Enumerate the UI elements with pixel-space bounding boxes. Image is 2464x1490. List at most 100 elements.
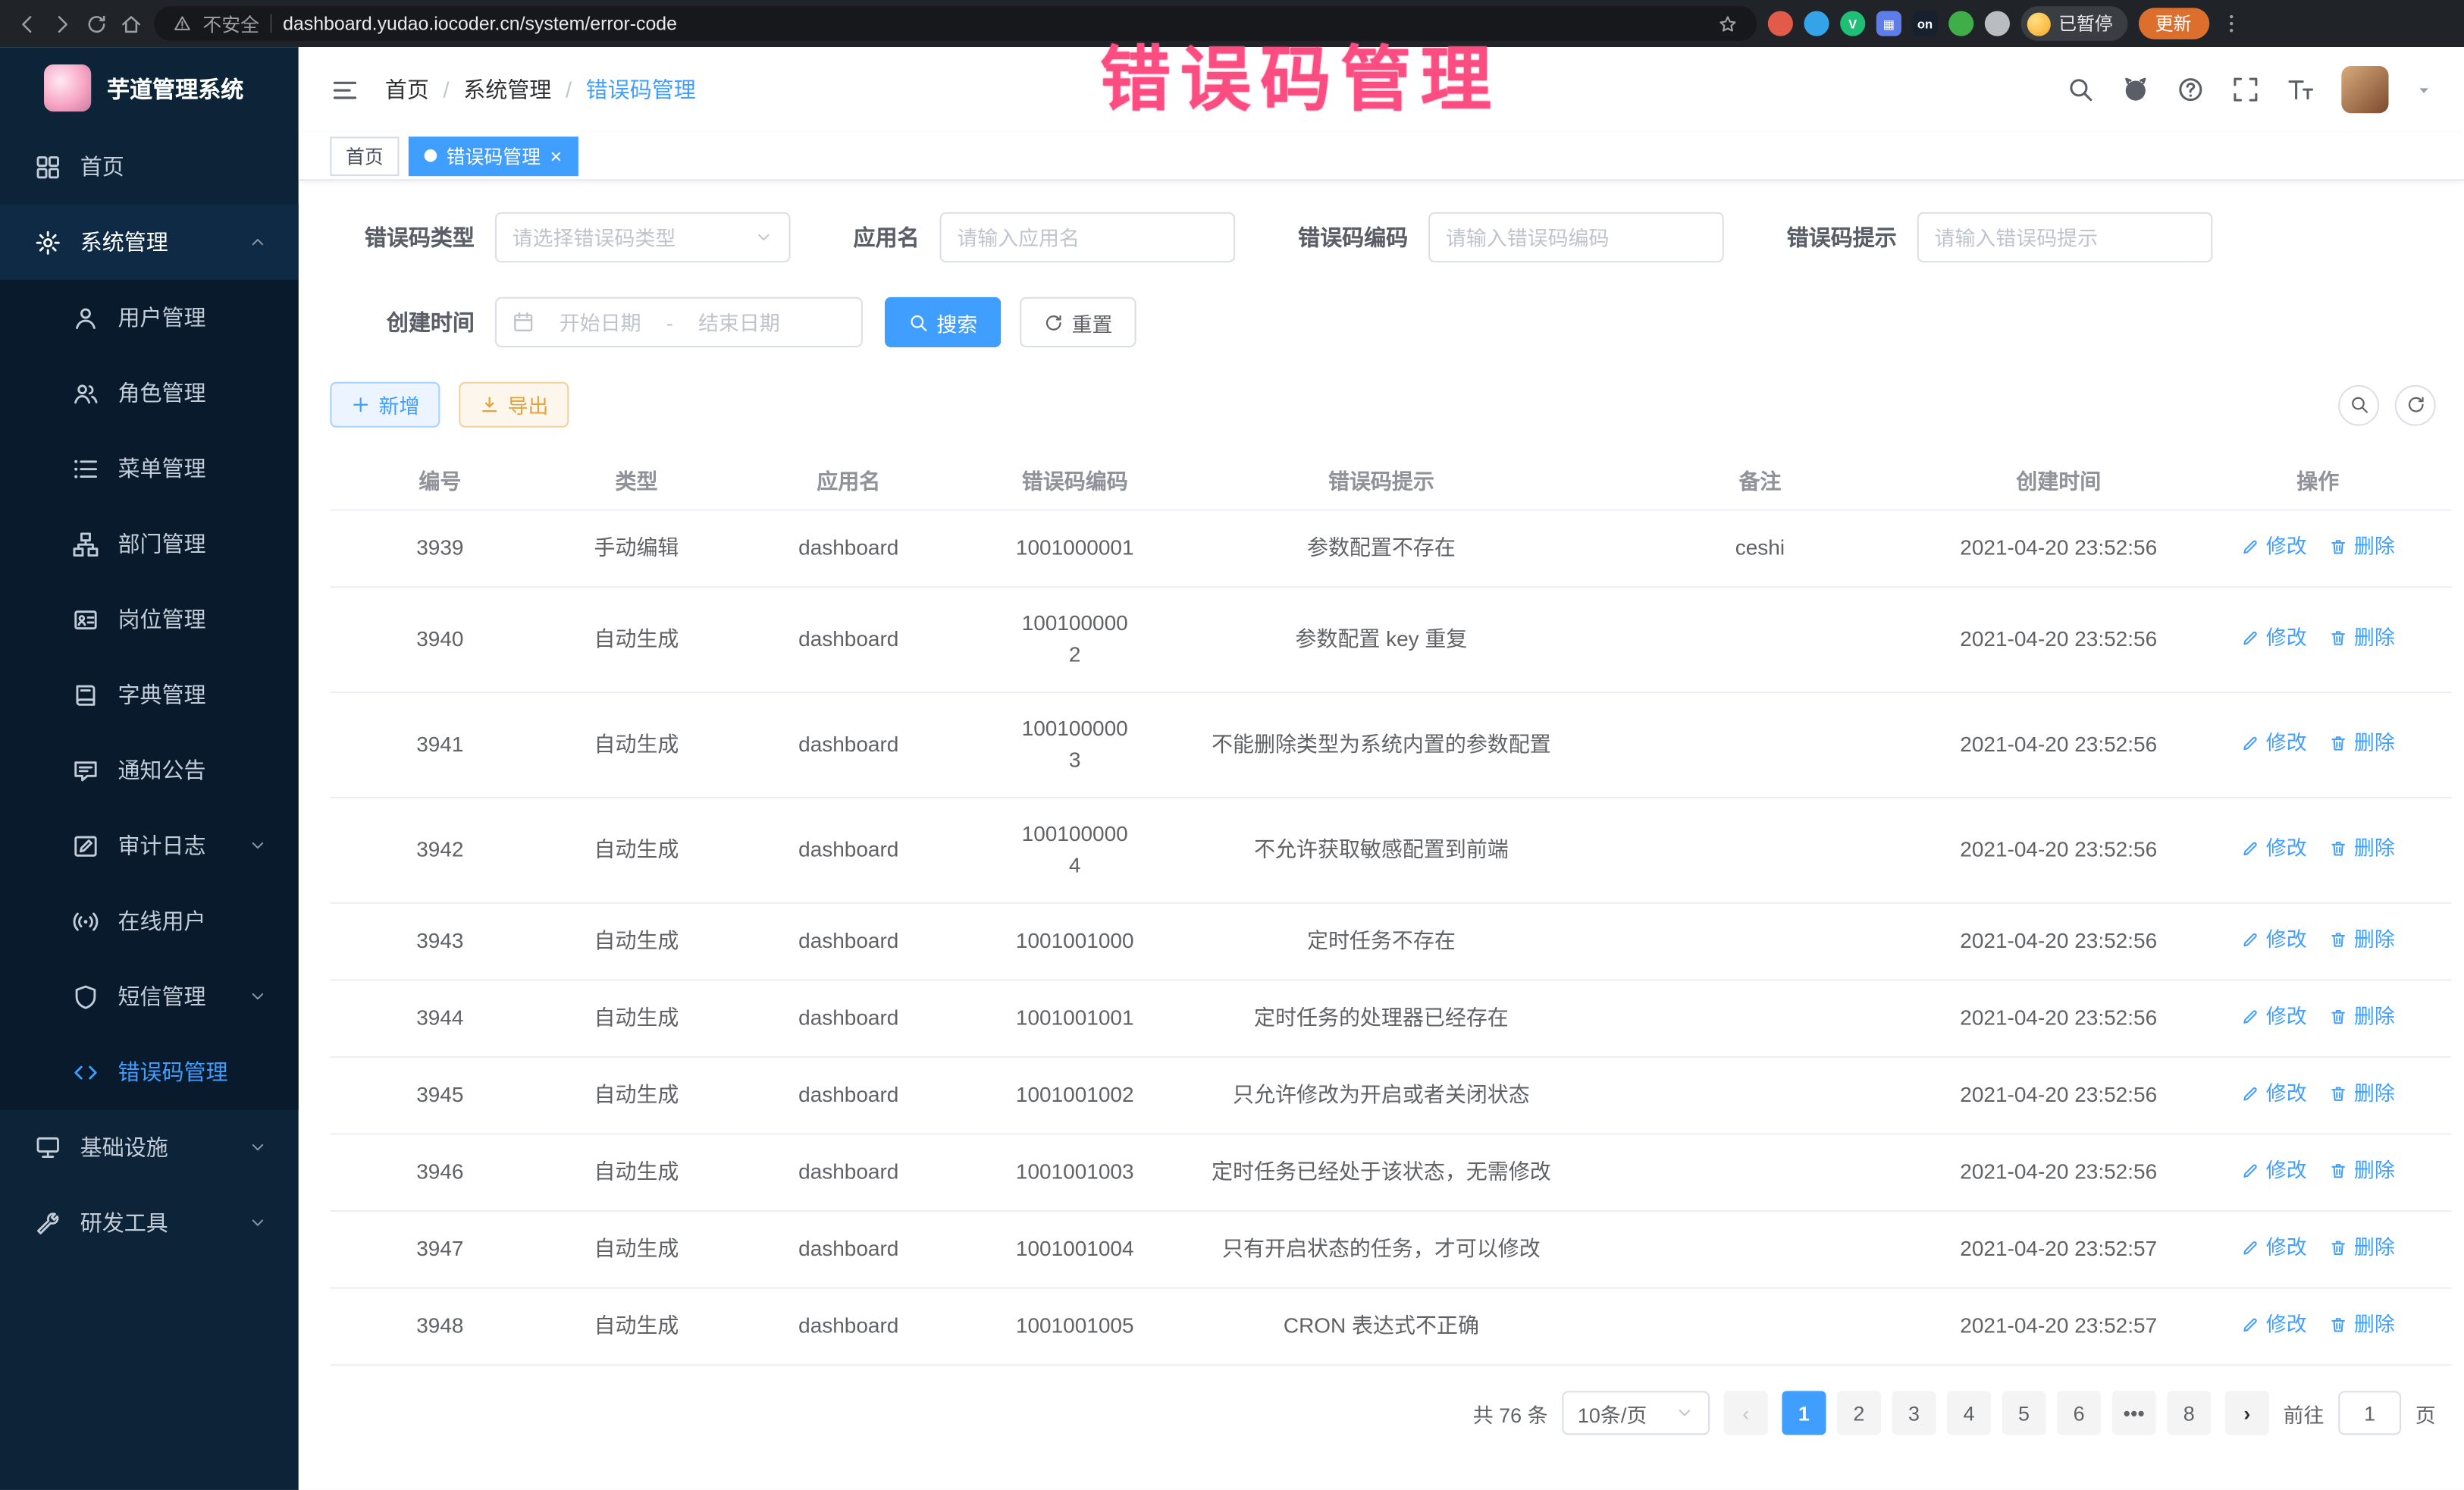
delete-link[interactable]: 删除 — [2329, 532, 2395, 563]
bookmark-star-icon[interactable] — [1717, 14, 1738, 34]
sidebar-logo[interactable]: 芋道管理系统 — [0, 47, 299, 129]
sidebar-item-online-users[interactable]: 在线用户 — [0, 883, 299, 958]
extension-on-badge-icon[interactable]: on — [1912, 11, 1937, 36]
tab-error-code-tab[interactable]: 错误码管理× — [409, 136, 578, 175]
prev-page-button[interactable]: ‹ — [1724, 1391, 1768, 1435]
delete-link[interactable]: 删除 — [2329, 1078, 2395, 1109]
page-button-5[interactable]: 5 — [2002, 1391, 2046, 1435]
delete-link[interactable]: 删除 — [2329, 924, 2395, 955]
sidebar-item-system-management[interactable]: 系统管理 — [0, 204, 299, 279]
add-button[interactable]: 新增 — [330, 382, 440, 428]
page-ellipsis[interactable]: ••• — [2112, 1391, 2156, 1435]
help-icon[interactable] — [2177, 75, 2205, 103]
sidebar-item-label: 菜单管理 — [118, 453, 205, 484]
start-date-input[interactable] — [544, 310, 657, 334]
sidebar-item-menu-management[interactable]: 菜单管理 — [0, 431, 299, 506]
delete-link[interactable]: 删除 — [2329, 833, 2395, 864]
search-button[interactable]: 搜索 — [885, 297, 1001, 347]
extension-red-icon[interactable] — [1768, 11, 1793, 36]
page-button-8[interactable]: 8 — [2167, 1391, 2211, 1435]
app-name-input[interactable] — [957, 225, 1218, 249]
font-size-icon[interactable] — [2287, 75, 2315, 103]
extension-puzzle-icon[interactable] — [1985, 11, 2010, 36]
breadcrumb-item[interactable]: 首页 — [385, 74, 429, 105]
reset-button[interactable]: 重置 — [1020, 297, 1136, 347]
error-type-select[interactable] — [495, 212, 791, 262]
tab-home-tab[interactable]: 首页 — [330, 136, 399, 175]
tab-close-icon[interactable]: × — [550, 146, 563, 166]
delete-link[interactable]: 删除 — [2329, 1310, 2395, 1341]
page-button-1[interactable]: 1 — [1782, 1391, 1826, 1435]
page-button-2[interactable]: 2 — [1837, 1391, 1881, 1435]
error-code-input[interactable] — [1446, 225, 1707, 249]
cell-code: 1001001002 — [974, 1057, 1175, 1134]
github-icon[interactable] — [2121, 75, 2149, 103]
sidebar-item-audit-log[interactable]: 审计日志 — [0, 808, 299, 883]
extension-green-icon[interactable] — [1948, 11, 1973, 36]
edit-link[interactable]: 修改 — [2241, 1078, 2307, 1109]
page-button-3[interactable]: 3 — [1892, 1391, 1936, 1435]
error-hint-input[interactable] — [1934, 225, 2195, 249]
edit-link[interactable]: 修改 — [2241, 833, 2307, 864]
error-type-select-input[interactable] — [513, 225, 745, 249]
sidebar-item-home[interactable]: 首页 — [0, 129, 299, 204]
cell-hint: 定时任务已经处于该状态，无需修改 — [1175, 1134, 1587, 1211]
delete-link[interactable]: 删除 — [2329, 1232, 2395, 1263]
browser-forward-icon[interactable] — [50, 12, 74, 36]
url-bar[interactable]: 不安全 dashboard.yudao.iocoder.cn/system/er… — [154, 6, 1757, 41]
fullscreen-icon[interactable] — [2231, 75, 2259, 103]
goto-page-input[interactable] — [2338, 1391, 2401, 1435]
show-search-button[interactable] — [2338, 384, 2379, 425]
sidebar-item-notice[interactable]: 通知公告 — [0, 732, 299, 808]
sidebar-item-dict-management[interactable]: 字典管理 — [0, 657, 299, 732]
breadcrumb-item[interactable]: 系统管理 — [463, 74, 551, 105]
extension-green-check-icon[interactable]: V — [1840, 11, 1865, 36]
user-avatar[interactable] — [2341, 66, 2388, 113]
edit-link[interactable]: 修改 — [2241, 1310, 2307, 1341]
browser-update-button[interactable]: 更新 — [2138, 8, 2209, 39]
cell-id: 3946 — [330, 1134, 550, 1211]
edit-link[interactable]: 修改 — [2241, 532, 2307, 563]
refresh-table-button[interactable] — [2395, 384, 2436, 425]
browser-profile-chip[interactable]: 已暂停 — [2020, 6, 2127, 41]
delete-link[interactable]: 删除 — [2329, 623, 2395, 654]
browser-reload-icon[interactable] — [85, 12, 108, 36]
browser-home-icon[interactable] — [120, 12, 143, 36]
sidebar-item-dev-tools[interactable]: 研发工具 — [0, 1185, 299, 1260]
edit-link[interactable]: 修改 — [2241, 1232, 2307, 1263]
page-size-select[interactable]: 10条/页 — [1562, 1391, 1710, 1435]
delete-link[interactable]: 删除 — [2329, 728, 2395, 759]
sidebar-item-user-management[interactable]: 用户管理 — [0, 280, 299, 355]
edit-link[interactable]: 修改 — [2241, 623, 2307, 654]
page-button-6[interactable]: 6 — [2057, 1391, 2101, 1435]
end-date-input[interactable] — [682, 310, 795, 334]
edit-link[interactable]: 修改 — [2241, 728, 2307, 759]
extension-blue-icon[interactable] — [1804, 11, 1829, 36]
delete-link[interactable]: 删除 — [2329, 1155, 2395, 1186]
plus-icon — [350, 394, 371, 415]
sidebar-item-role-management[interactable]: 角色管理 — [0, 355, 299, 430]
browser-back-icon[interactable] — [16, 12, 39, 36]
date-range-picker[interactable]: - — [495, 297, 863, 347]
edit-link[interactable]: 修改 — [2241, 1155, 2307, 1186]
cell-actions: 修改删除 — [2184, 510, 2451, 588]
sidebar-item-post-management[interactable]: 岗位管理 — [0, 582, 299, 657]
next-page-button[interactable]: › — [2225, 1391, 2269, 1435]
sidebar-item-sms-management[interactable]: 短信管理 — [0, 958, 299, 1034]
edit-link[interactable]: 修改 — [2241, 924, 2307, 955]
sidebar-item-infrastructure[interactable]: 基础设施 — [0, 1109, 299, 1184]
avatar-caret-icon[interactable] — [2415, 81, 2433, 99]
extension-grid-icon[interactable]: ▦ — [1876, 11, 1901, 36]
sidebar-item-error-code-management[interactable]: 错误码管理 — [0, 1034, 299, 1109]
export-button[interactable]: 导出 — [459, 382, 569, 428]
cell-remark — [1587, 1057, 1933, 1134]
delete-link[interactable]: 删除 — [2329, 1001, 2395, 1032]
edit-link[interactable]: 修改 — [2241, 1001, 2307, 1032]
page-button-4[interactable]: 4 — [1947, 1391, 1991, 1435]
header-search-icon[interactable] — [2067, 75, 2095, 103]
table-row: 3943自动生成dashboard1001001000定时任务不存在2021-0… — [330, 903, 2451, 980]
browser-menu-icon[interactable] — [2220, 13, 2242, 35]
sidebar-item-label: 审计日志 — [118, 830, 205, 861]
sidebar-item-dept-management[interactable]: 部门管理 — [0, 506, 299, 581]
hamburger-icon[interactable] — [330, 74, 359, 104]
